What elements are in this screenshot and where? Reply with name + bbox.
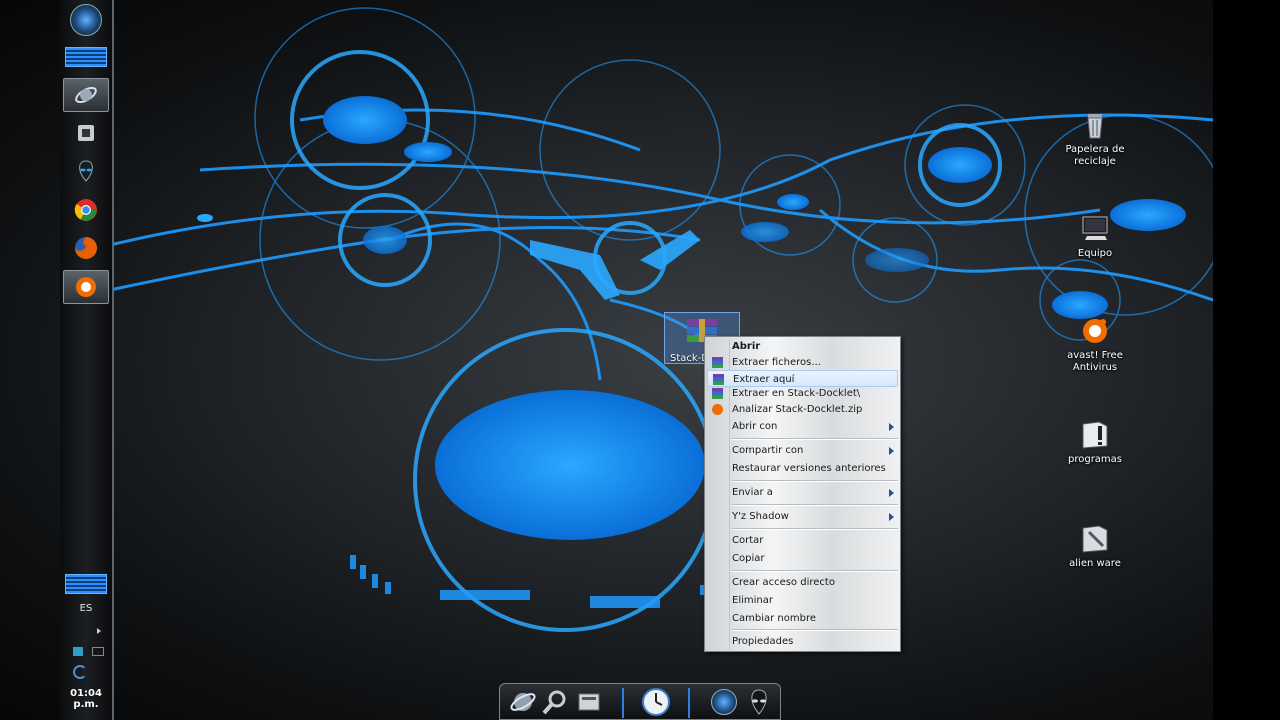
internet-explorer-icon[interactable] (63, 78, 109, 112)
flag-icon[interactable] (73, 647, 83, 656)
desktop-icon-recycle-bin[interactable]: Papelera de reciclaje (1055, 108, 1135, 168)
submenu-arrow-icon (889, 423, 894, 431)
dock-separator (688, 688, 690, 718)
alienware-logo-icon[interactable] (63, 3, 109, 37)
desktop-icon-label: programas (1067, 454, 1123, 465)
menu-item-cambiar-nombre[interactable]: Cambiar nombre (707, 610, 898, 627)
winrar-icon (712, 357, 723, 368)
menu-separator (732, 570, 898, 572)
desktop-icon-avast[interactable]: avast! Free Antivirus (1055, 314, 1135, 374)
menu-separator (732, 504, 898, 506)
clock[interactable]: 01:04 p.m. (60, 688, 112, 710)
right-border (1213, 0, 1280, 720)
menu-item-yz-shadow[interactable]: Y'z Shadow (707, 508, 898, 525)
avast-icon[interactable] (63, 270, 109, 304)
internet-explorer-icon[interactable] (508, 687, 538, 717)
desktop-icon-programas[interactable]: programas (1055, 418, 1135, 466)
avast-icon (1079, 314, 1111, 346)
menu-separator (732, 528, 898, 530)
language-indicator[interactable]: ES (60, 603, 112, 614)
alien-head-icon[interactable] (744, 687, 774, 717)
winrar-icon (712, 388, 723, 399)
submenu-arrow-icon (889, 489, 894, 497)
winrar-icon (713, 374, 724, 385)
dock-separator (622, 688, 624, 718)
magnifier-icon[interactable] (540, 687, 570, 717)
folder-icon (1079, 418, 1111, 450)
equalizer-icon[interactable] (65, 47, 107, 67)
chevron-right-icon[interactable] (97, 628, 101, 634)
menu-separator (732, 480, 898, 482)
sidebar: ES 01:04 p.m. (60, 0, 114, 720)
recycle-bin-icon (1079, 108, 1111, 140)
folder-icon (1079, 522, 1111, 554)
menu-item-abrir-con[interactable]: Abrir con (707, 418, 898, 435)
desktop-icon-computer[interactable]: Equipo (1055, 212, 1135, 260)
alien-head-icon[interactable] (63, 154, 109, 188)
menu-separator (732, 438, 898, 440)
menu-item-extraer-en[interactable]: Extraer en Stack-Docklet\ (707, 385, 898, 402)
desktop-icon-label: Papelera de reciclaje (1065, 144, 1125, 167)
dock (499, 683, 781, 720)
menu-item-analizar[interactable]: Analizar Stack-Docklet.zip (707, 401, 898, 418)
computer-icon (1079, 212, 1111, 244)
submenu-arrow-icon (889, 447, 894, 455)
clock-icon[interactable] (641, 687, 671, 717)
menu-item-copiar[interactable]: Copiar (707, 550, 898, 567)
desktop-icon-label: alien ware (1069, 558, 1121, 569)
menu-separator (732, 629, 898, 631)
network-icon[interactable] (92, 647, 104, 656)
context-menu: Abrir Extraer ficheros... Extraer aquí E… (704, 336, 901, 652)
chrome-icon[interactable] (63, 193, 109, 227)
equalizer-icon[interactable] (65, 574, 107, 594)
avast-icon (712, 404, 723, 415)
computer-icon[interactable] (574, 687, 604, 717)
menu-item-enviar-a[interactable]: Enviar a (707, 484, 898, 501)
desktop-icon-alienware[interactable]: alien ware (1055, 522, 1135, 570)
desktop-icon-label: Equipo (1077, 248, 1113, 259)
media-player-icon[interactable] (63, 116, 109, 150)
menu-item-extraer-ficheros[interactable]: Extraer ficheros... (707, 354, 898, 371)
menu-item-eliminar[interactable]: Eliminar (707, 592, 898, 609)
submenu-arrow-icon (889, 513, 894, 521)
menu-item-crear-acceso[interactable]: Crear acceso directo (707, 574, 898, 591)
desktop-icon-label: avast! Free Antivirus (1067, 350, 1123, 373)
menu-item-compartir-con[interactable]: Compartir con (707, 442, 898, 459)
firefox-icon[interactable] (63, 231, 109, 265)
menu-item-cortar[interactable]: Cortar (707, 532, 898, 549)
menu-item-restaurar[interactable]: Restaurar versiones anteriores (707, 460, 898, 477)
refresh-icon[interactable] (73, 665, 87, 679)
menu-item-abrir[interactable]: Abrir (707, 338, 898, 355)
alienware-logo-icon[interactable] (709, 687, 739, 717)
menu-item-propiedades[interactable]: Propiedades (707, 633, 898, 650)
